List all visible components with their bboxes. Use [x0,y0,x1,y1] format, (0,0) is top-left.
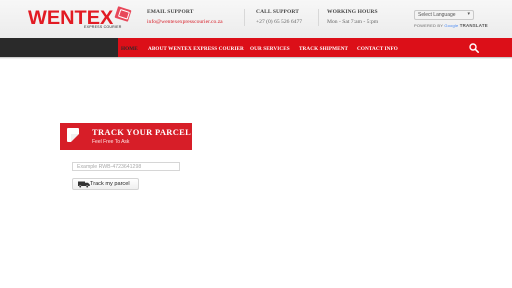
track-parcel-button[interactable]: Track my parcel [72,178,139,190]
track-parcel-title: TRACK YOUR PARCEL [92,127,192,137]
track-parcel-banner: TRACK YOUR PARCEL Feel Free To Ask [60,123,192,150]
nav-item-services[interactable]: OUR SERVICES [250,46,290,52]
nav-item-track-shipment[interactable]: TRACK SHIPMENT [299,46,348,52]
phone-number: +27 (0) 65 526 6477 [256,19,303,25]
divider [318,9,319,26]
chevron-down-icon: ▾ [467,11,470,17]
nav-shadow [0,57,512,59]
call-support: CALL SUPPORT +27 (0) 65 526 6477 [256,9,302,25]
nav-dark-segment [0,38,118,57]
working-hours-value: Mon - Sat 7:am - 5:pm [327,19,379,25]
nav-item-about[interactable]: ABOUT WENTEX EXPRESS COURIER [148,46,244,52]
email-support: EMAIL SUPPORT info@wentexexpresscourier.… [147,9,223,25]
brand-logo[interactable]: WENTEX EXPRESS COURIER [28,6,132,33]
tracking-number-input[interactable]: Example RWB-4723641298 [72,162,180,171]
working-hours: WORKING HOURS Mon - Sat 7:am - 5:pm [327,9,378,25]
divider [244,9,245,26]
working-hours-label: WORKING HOURS [327,9,378,15]
logo-subtitle: EXPRESS COURIER [84,25,122,29]
track-parcel-subtitle: Feel Free To Ask [92,139,130,145]
email-link[interactable]: info@wentexexpresscourier.co.za [147,19,223,25]
track-parcel-button-label: Track my parcel [90,181,130,187]
truck-icon [78,181,90,188]
nav-item-home[interactable]: HOME [121,46,138,52]
language-select-value: Select Language [418,12,456,18]
translate-label: TRANSLATE [459,23,488,28]
call-support-label: CALL SUPPORT [256,9,300,15]
nav-item-contact[interactable]: CONTACT INFO [357,46,398,52]
powered-prefix: POWERED BY [414,23,444,28]
google-brand: Google [444,23,459,28]
note-icon [67,128,79,142]
search-icon[interactable] [469,43,479,53]
email-support-label: EMAIL SUPPORT [147,9,194,15]
powered-by-google-translate[interactable]: POWERED BY Google TRANSLATE [414,23,488,28]
language-select[interactable]: Select Language ▾ [414,10,474,20]
tracking-number-placeholder: Example RWB-4723641298 [77,164,142,170]
